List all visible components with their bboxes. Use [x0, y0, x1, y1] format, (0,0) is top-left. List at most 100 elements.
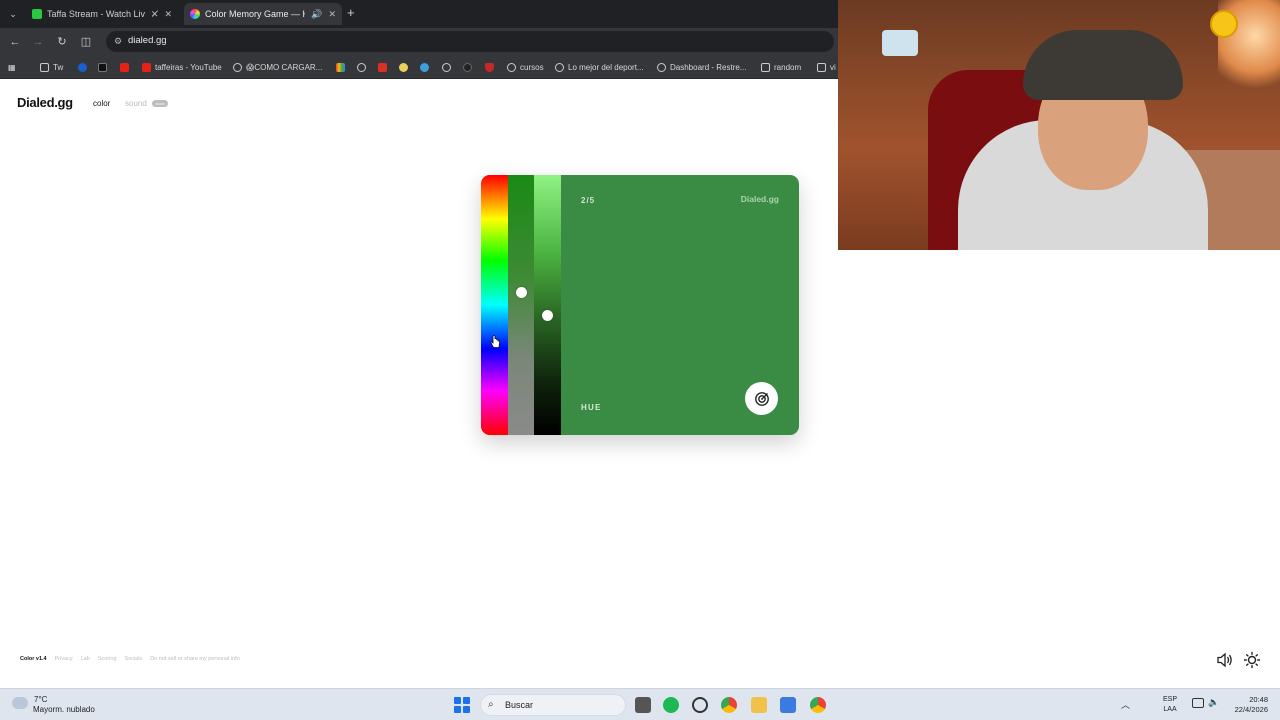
- bookmark-label: Tw: [53, 62, 64, 72]
- taskbar-app-icon[interactable]: [692, 697, 708, 713]
- footer-link-do-not-sell[interactable]: Do not sell or share my personal info: [150, 656, 240, 662]
- windows-taskbar: 7°C Mayorm. nublado ⌕ Buscar ︿ ESP LAA 🔈…: [0, 688, 1280, 720]
- yellow-icon: [399, 62, 408, 72]
- dialed-favicon-icon: [190, 9, 200, 19]
- bookmark-cursos[interactable]: cursos: [507, 61, 544, 73]
- streamer-cap: [1023, 30, 1183, 100]
- bookmarks-bar: ▦ Tw taffeiras - YouTube 😱COMO CARGAR...…: [0, 55, 838, 79]
- tray-volume-icon[interactable]: 🔈: [1208, 697, 1219, 708]
- color-game-card: 2/5 Dialed.gg HUE: [481, 175, 799, 435]
- tab-audio-icon[interactable]: 🔊: [311, 9, 322, 20]
- system-clock[interactable]: 20:48 22/4/2026: [1226, 695, 1268, 715]
- bookmark-tiktok[interactable]: [98, 61, 111, 73]
- saturation-slider[interactable]: [508, 175, 534, 435]
- reload-icon[interactable]: ↻: [55, 35, 69, 49]
- globe-icon: [357, 62, 366, 72]
- tray-overflow-chevron-icon[interactable]: ︿: [1121, 698, 1130, 711]
- tab-color-memory-game[interactable]: Color Memory Game — Ho 🔊 ✕: [184, 3, 342, 25]
- dark-icon: [463, 62, 472, 72]
- footer: Color v1.4 Privacy Lab Scoring Socials D…: [20, 656, 240, 662]
- soon-badge: soon: [152, 100, 168, 107]
- saturation-slider-handle[interactable]: [516, 286, 527, 298]
- kick-favicon-icon: [32, 9, 42, 19]
- pepsi-icon: [78, 62, 87, 72]
- bookmark-tw[interactable]: Tw: [40, 61, 63, 73]
- bookmark-label: Lo mejor del deport...: [568, 62, 644, 72]
- red-icon: [378, 62, 387, 72]
- bookmark-red[interactable]: [378, 61, 391, 73]
- footer-link-scoring[interactable]: Scoring: [98, 656, 117, 662]
- bookmark-gmail[interactable]: [336, 61, 349, 73]
- globe-icon: [507, 62, 516, 72]
- taskbar-file-manager-icon[interactable]: [635, 697, 651, 713]
- address-bar[interactable]: ⚙ dialed.gg: [106, 31, 834, 52]
- weather-temperature[interactable]: 7°C: [34, 695, 47, 704]
- globe-icon: [233, 62, 242, 72]
- weather-cloud-icon[interactable]: [12, 697, 28, 709]
- tiktok-icon: [98, 62, 107, 72]
- bookmark-taffeiras-youtube[interactable]: taffeiras - YouTube: [142, 61, 222, 73]
- new-tab-button[interactable]: +: [347, 6, 355, 20]
- site-info-icon[interactable]: ⚙: [112, 35, 124, 47]
- footer-link-privacy[interactable]: Privacy: [55, 656, 73, 662]
- side-panel-icon[interactable]: ◫: [79, 35, 93, 49]
- nav-sound-link[interactable]: sound: [125, 99, 147, 108]
- bookmark-label: 😱COMO CARGAR...: [246, 62, 323, 72]
- submit-guess-button[interactable]: [745, 382, 778, 415]
- browser-tab-bar: ⌄ Taffa Stream - Watch Live o ✕̸ ✕ Color…: [0, 0, 838, 28]
- search-icon: ⌕: [488, 699, 494, 710]
- bookmark-random[interactable]: random: [761, 61, 801, 73]
- bookmark-como-cargar[interactable]: 😱COMO CARGAR...: [233, 61, 322, 73]
- globe-icon: [555, 62, 564, 72]
- taskbar-search-label: Buscar: [505, 700, 534, 710]
- bookmark-shield[interactable]: [485, 61, 498, 73]
- nav-color-link[interactable]: color: [93, 99, 110, 108]
- bookmark-pepsi[interactable]: [78, 61, 91, 73]
- emoji-sticker-icon: [1210, 10, 1238, 38]
- bookmark-dashboard-restream[interactable]: Dashboard - Restre...: [657, 61, 746, 73]
- lightness-slider-handle[interactable]: [542, 309, 553, 321]
- bookmark-blue[interactable]: [420, 61, 433, 73]
- folder-icon: [761, 62, 770, 72]
- network-icon[interactable]: [1192, 698, 1204, 708]
- start-windows-icon[interactable]: [454, 697, 470, 713]
- forward-arrow-icon[interactable]: →: [31, 35, 45, 49]
- weather-description[interactable]: Mayorm. nublado: [33, 705, 95, 714]
- footer-link-lab[interactable]: Lab: [81, 656, 90, 662]
- bookmark-yellow[interactable]: [399, 61, 412, 73]
- round-counter: 2/5: [581, 196, 596, 205]
- bookmark-dark[interactable]: [463, 61, 476, 73]
- taskbar-chrome-profile-icon[interactable]: [810, 697, 826, 713]
- hue-slider[interactable]: [481, 175, 508, 435]
- bookmark-label: vi: [830, 62, 836, 72]
- tab-close-icon[interactable]: ✕: [328, 9, 336, 20]
- back-arrow-icon[interactable]: ←: [8, 35, 22, 49]
- apps-grid-icon[interactable]: ▦: [8, 61, 16, 73]
- language-indicator[interactable]: ESP LAA: [1163, 695, 1177, 715]
- youtube-icon: [120, 62, 129, 72]
- tab-search-chevron-icon[interactable]: ⌄: [6, 7, 20, 21]
- bookmark-globe-2[interactable]: [357, 61, 370, 73]
- taskbar-search-box[interactable]: ⌕ Buscar: [480, 694, 626, 716]
- tab-muted-icon[interactable]: ✕̸: [151, 9, 159, 20]
- tab-taffa-stream[interactable]: Taffa Stream - Watch Live o ✕̸ ✕: [26, 3, 178, 25]
- taskbar-spotify-icon[interactable]: [663, 697, 679, 713]
- site-logo[interactable]: Dialed.gg: [17, 95, 73, 110]
- lang-line-2: LAA: [1163, 706, 1177, 713]
- bookmark-globe-3[interactable]: [442, 61, 455, 73]
- tab-title: Taffa Stream - Watch Live o: [47, 9, 145, 19]
- url-text[interactable]: dialed.gg: [128, 35, 167, 46]
- taskbar-explorer-icon[interactable]: [751, 697, 767, 713]
- bookmark-youtube[interactable]: [120, 61, 133, 73]
- taskbar-store-icon[interactable]: [780, 697, 796, 713]
- clock-date: 22/4/2026: [1234, 705, 1268, 714]
- tab-close-icon[interactable]: ✕: [164, 9, 172, 20]
- lightness-slider[interactable]: [534, 175, 561, 435]
- bookmark-vi[interactable]: vi: [817, 61, 836, 73]
- volume-icon[interactable]: [1216, 652, 1234, 668]
- taskbar-chrome-icon[interactable]: [721, 697, 737, 713]
- globe-icon: [657, 62, 666, 72]
- bookmark-lo-mejor-del-deporte[interactable]: Lo mejor del deport...: [555, 61, 644, 73]
- theme-toggle-sun-icon[interactable]: [1243, 651, 1261, 669]
- footer-link-socials[interactable]: Socials: [124, 656, 142, 662]
